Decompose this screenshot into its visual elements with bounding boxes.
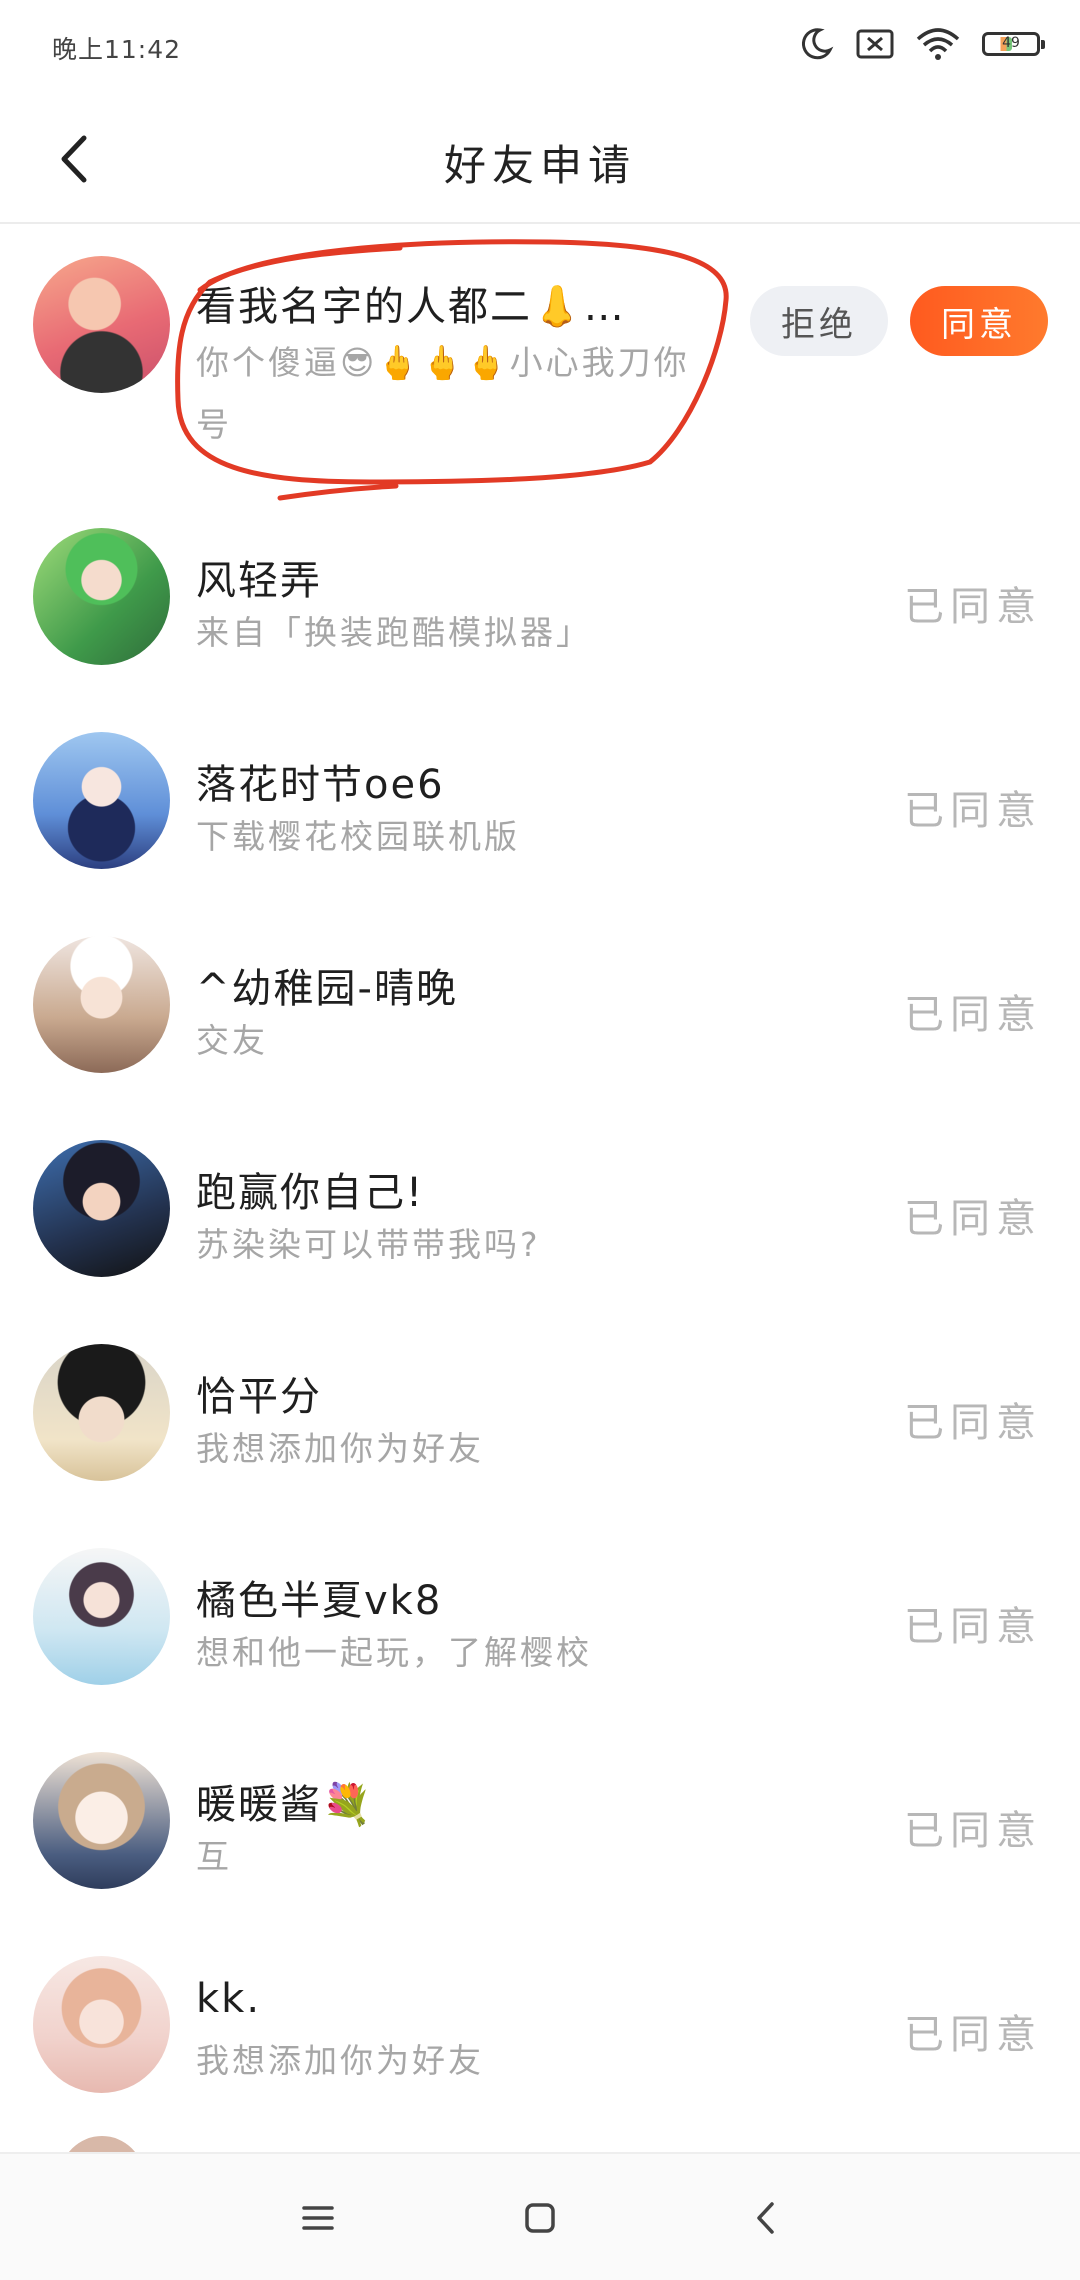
request-row[interactable]: 风轻弄 来自「换装跑酷模拟器」 已同意 — [0, 494, 1080, 698]
avatar[interactable] — [33, 1548, 170, 1685]
request-name: 暖暖酱💐 — [196, 1782, 374, 1828]
system-nav-bar — [0, 2152, 1080, 2280]
request-row[interactable]: 恰平分 我想添加你为好友 已同意 — [0, 1310, 1080, 1514]
request-message: 苏染染可以带带我吗? — [196, 1225, 541, 1264]
battery-level: 49 — [1002, 35, 1020, 51]
status-time: 晚上11:42 — [52, 35, 182, 64]
status-bar: 晚上11:42 49 — [0, 0, 1080, 96]
request-row[interactable]: 橘色半夏vk8 想和他一起玩，了解樱校 已同意 — [0, 1514, 1080, 1718]
agreed-status: 已同意 — [904, 992, 1042, 1038]
request-message: 交友 — [196, 1021, 268, 1060]
agreed-status: 已同意 — [904, 1400, 1042, 1446]
request-row[interactable]: 暖暖酱💐 互 已同意 — [0, 1718, 1080, 1922]
avatar[interactable] — [33, 1344, 170, 1481]
back-triangle-icon — [757, 2202, 774, 2234]
avatar[interactable] — [33, 936, 170, 1073]
nav-back-button[interactable] — [736, 2190, 796, 2246]
menu-icon — [302, 2206, 334, 2230]
menu-button[interactable] — [288, 2190, 348, 2246]
agreed-status: 已同意 — [904, 1196, 1042, 1242]
home-button[interactable] — [510, 2190, 570, 2246]
agreed-status: 已同意 — [904, 2012, 1042, 2058]
avatar[interactable] — [33, 1140, 170, 1277]
request-name: kk. — [196, 1976, 262, 2022]
request-name: 落花时节oe6 — [196, 762, 445, 808]
request-row[interactable]: 跑赢你自己! 苏染染可以带带我吗? 已同意 — [0, 1106, 1080, 1310]
agreed-status: 已同意 — [904, 1604, 1042, 1650]
page-title: 好友申请 — [443, 141, 636, 190]
avatar[interactable] — [33, 732, 170, 869]
request-row[interactable]: ^幼稚园-晴晚 交友 已同意 — [0, 902, 1080, 1106]
request-name: ^幼稚园-晴晚 — [196, 966, 458, 1012]
request-message: 我想添加你为好友 — [196, 1429, 484, 1468]
avatar[interactable] — [33, 1752, 170, 1889]
battery-icon: 49 — [982, 32, 1045, 56]
sim-off-icon — [856, 29, 894, 59]
agreed-status: 已同意 — [904, 1808, 1042, 1854]
request-message: 我想添加你为好友 — [196, 2041, 484, 2080]
reject-button[interactable]: 拒绝 — [750, 286, 888, 356]
avatar[interactable] — [33, 1956, 170, 2093]
header: 好友申请 — [0, 96, 1080, 224]
agreed-status: 已同意 — [904, 584, 1042, 630]
agreed-status: 已同意 — [904, 788, 1042, 834]
avatar[interactable] — [33, 528, 170, 665]
pending-request-row[interactable]: 看我名字的人都二👃… 你个傻逼😎🖕🖕🖕小心我刀你号 拒绝 同意 — [0, 222, 1080, 501]
request-name: 橘色半夏vk8 — [196, 1578, 443, 1624]
request-message: 互 — [196, 1837, 232, 1876]
avatar[interactable] — [33, 256, 170, 393]
moon-icon — [801, 28, 834, 60]
request-message: 下载樱花校园联机版 — [196, 817, 520, 856]
request-message: 想和他一起玩，了解樱校 — [196, 1633, 592, 1672]
request-message: 你个傻逼😎🖕🖕🖕小心我刀你号 — [196, 343, 690, 444]
request-name: 恰平分 — [196, 1374, 322, 1420]
home-square-icon — [525, 2203, 555, 2233]
agree-button[interactable]: 同意 — [910, 286, 1048, 356]
friend-request-list: 看我名字的人都二👃… 你个傻逼😎🖕🖕🖕小心我刀你号 拒绝 同意 风轻弄 来自「换… — [0, 222, 1080, 2126]
request-name: 风轻弄 — [196, 558, 322, 604]
wifi-icon — [916, 28, 960, 60]
request-row[interactable]: 落花时节oe6 下载樱花校园联机版 已同意 — [0, 698, 1080, 902]
request-name: 看我名字的人都二👃… — [196, 284, 626, 330]
request-row[interactable]: kk. 我想添加你为好友 已同意 — [0, 1922, 1080, 2126]
request-message: 来自「换装跑酷模拟器」 — [196, 613, 592, 652]
status-icons: 49 — [798, 26, 1045, 62]
request-name: 跑赢你自己! — [196, 1170, 425, 1216]
